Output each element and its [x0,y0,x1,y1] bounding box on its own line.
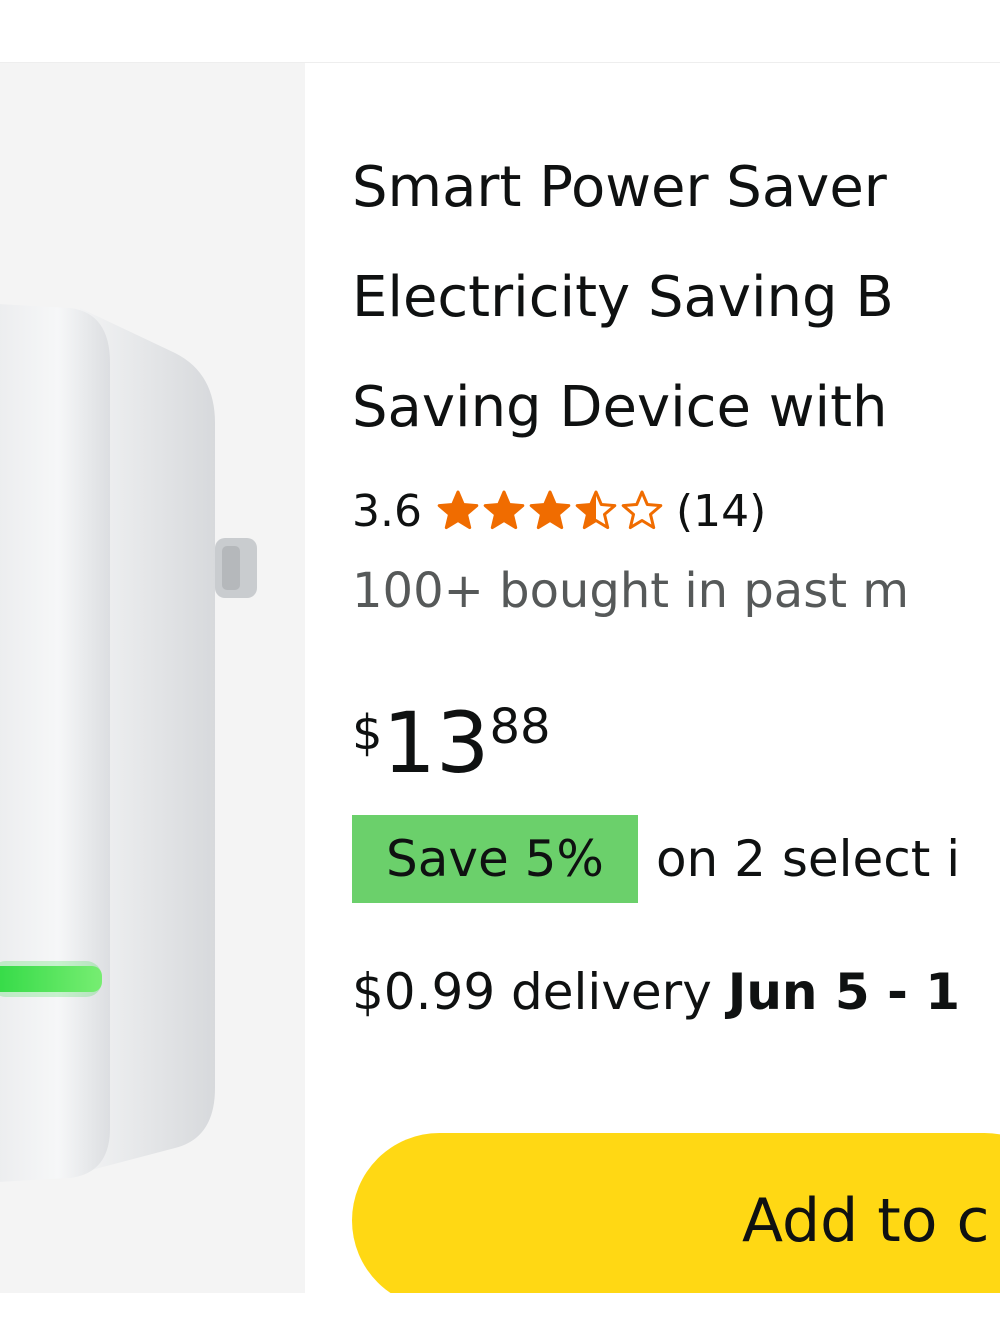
star-full-icon [437,490,479,530]
rating-value: 3.6 [352,485,422,537]
delivery-price: $0.99 delivery [352,963,728,1021]
product-title-line: Saving Device with [352,375,888,440]
promo-row[interactable]: Save 5% on 2 select i [352,815,960,903]
price-symbol: $ [352,705,383,761]
product-title[interactable]: Smart Power Saver Electricity Saving B S… [352,133,1000,463]
product-info: Smart Power Saver Electricity Saving B S… [352,63,1000,1293]
delivery-date: Jun 5 - 1 [727,963,961,1021]
star-full-icon [483,490,525,530]
price-fraction: 88 [489,699,551,755]
bought-in-past-month: 100+ bought in past m [352,563,910,619]
star-half-icon [575,490,617,530]
product-listing-card: Smart Power Saver Electricity Saving B S… [0,0,1000,1333]
add-to-cart-button[interactable]: Add to c [352,1133,1000,1293]
star-full-icon [529,490,571,530]
rating-row[interactable]: 3.6 (14) [352,481,766,541]
top-strip [0,0,1000,63]
star-rating[interactable] [436,489,666,533]
price: $ 13 88 [352,693,551,793]
save-badge[interactable]: Save 5% [352,815,638,903]
review-count-link[interactable]: (14) [676,486,766,537]
product-title-line: Electricity Saving B [352,265,894,330]
power-saver-plug-image [0,304,257,1182]
product-image[interactable] [0,63,305,1293]
price-whole: 13 [382,694,490,792]
promo-text[interactable]: on 2 select i [656,830,960,888]
bottom-strip [0,1293,1000,1333]
product-title-line: Smart Power Saver [352,155,887,220]
star-empty-icon [621,490,663,530]
delivery-info: $0.99 delivery Jun 5 - 1 [352,963,960,1021]
